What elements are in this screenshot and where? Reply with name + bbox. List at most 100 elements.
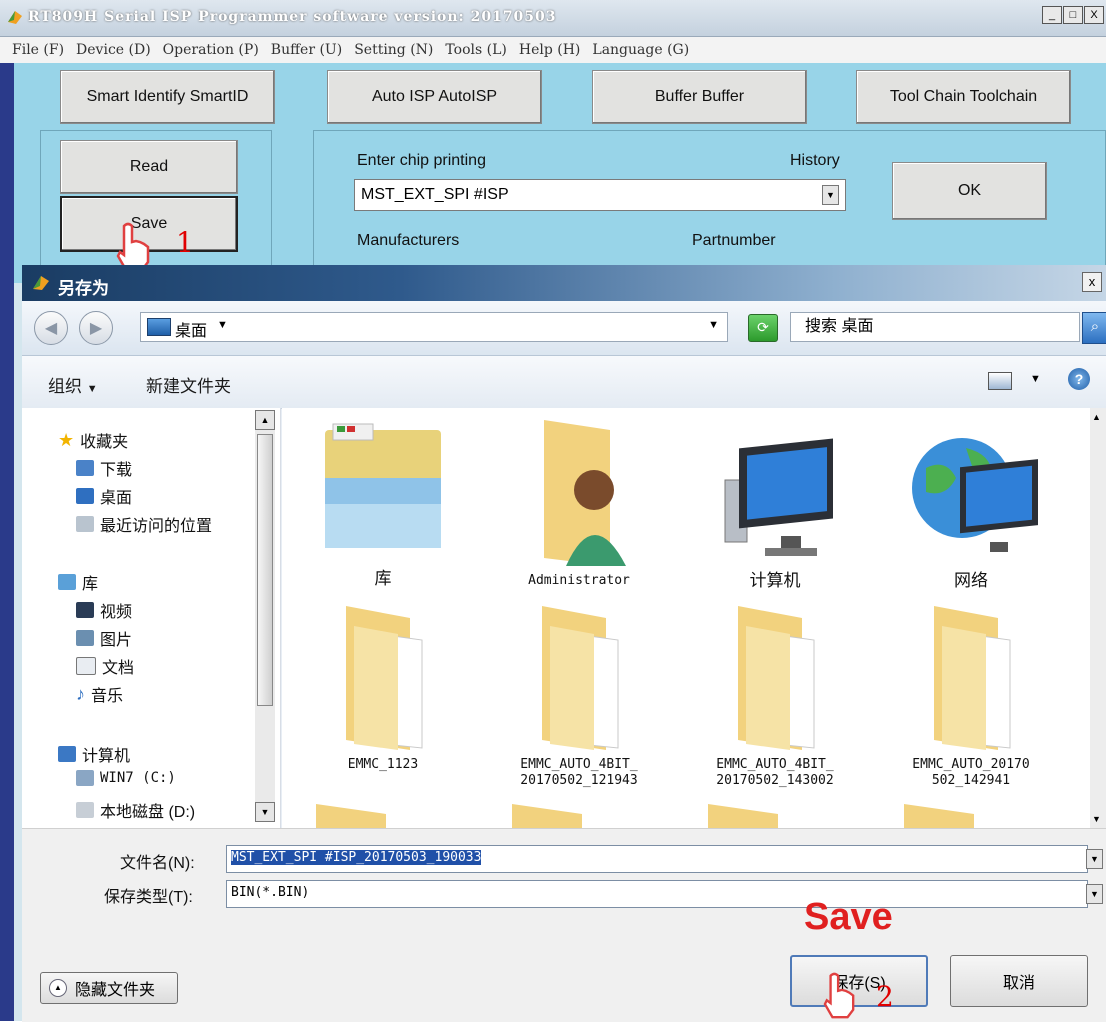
nav-favorites-label: 收藏夹	[80, 434, 129, 451]
organize-chevron-icon: ▼	[86, 383, 98, 395]
nav-scrollbar[interactable]: ▲ ▼	[255, 410, 275, 822]
downloads-icon	[76, 460, 94, 476]
menu-setting[interactable]: Setting (N)	[354, 37, 433, 63]
file-scroll-up-icon[interactable]: ▲	[1092, 412, 1101, 422]
nav-computer-label: 计算机	[82, 748, 131, 765]
refresh-icon[interactable]: ⟳	[748, 314, 778, 342]
file-item-folder[interactable]: EMMC_AUTO_4BIT_ 20170502_143002	[680, 604, 870, 789]
nav-pictures[interactable]: 图片	[76, 626, 132, 650]
file-label: 计算机	[749, 571, 801, 590]
menu-buffer[interactable]: Buffer (U)	[271, 37, 342, 63]
filetype-label: 保存类型(T):	[104, 889, 193, 906]
hide-folders-label: 隐藏文件夹	[75, 982, 156, 999]
nav-desktop[interactable]: 桌面	[76, 484, 132, 508]
smart-identify-button[interactable]: Smart Identify SmartID	[60, 70, 275, 124]
folder-icon	[738, 606, 815, 750]
search-icon[interactable]: ⌕	[1082, 312, 1106, 344]
nav-recent[interactable]: 最近访问的位置	[76, 512, 212, 536]
nav-downloads[interactable]: 下载	[76, 456, 132, 480]
buffer-button[interactable]: Buffer Buffer	[592, 70, 807, 124]
file-item-folder[interactable]: EMMC_1123	[288, 604, 478, 773]
view-dropdown-icon[interactable]: ▼	[1030, 373, 1041, 385]
chip-value: MST_EXT_SPI #ISP	[361, 186, 509, 203]
scroll-up-icon[interactable]: ▲	[255, 410, 275, 430]
file-label: EMMC_1123	[347, 757, 419, 772]
cancel-button[interactable]: 取消	[950, 955, 1088, 1007]
nav-libraries[interactable]: 库	[58, 570, 98, 594]
documents-icon	[76, 657, 96, 675]
network-icon	[912, 438, 1038, 552]
help-icon[interactable]: ?	[1068, 368, 1090, 390]
filetype-select[interactable]: BIN(*.BIN)	[226, 880, 1088, 908]
file-label: EMMC_AUTO_4BIT_ 20170502_143002	[716, 757, 834, 788]
nav-drive-d-label: 本地磁盘 (D:)	[100, 804, 196, 821]
address-bar[interactable]: 桌面 ▼ ▼	[140, 312, 728, 342]
new-folder-button[interactable]: 新建文件夹	[146, 372, 231, 397]
file-item-folder[interactable]: EMMC_AUTO_4BIT_ 20170502_121943	[484, 604, 674, 789]
annotation-1: 1	[176, 226, 194, 259]
filename-dropdown-icon[interactable]: ▼	[1086, 849, 1103, 869]
nav-drive-c[interactable]: WIN7 (C:)	[76, 770, 176, 786]
nav-videos[interactable]: 视频	[76, 598, 132, 622]
menu-device[interactable]: Device (D)	[76, 37, 151, 63]
computer-nav-icon	[58, 746, 76, 762]
file-item-folder[interactable]: EMMC_AUTO_20170 502_142941	[876, 604, 1066, 789]
menu-file[interactable]: File (F)	[12, 37, 64, 63]
menu-language[interactable]: Language (G)	[592, 37, 689, 63]
nav-drive-d[interactable]: 本地磁盘 (D:)	[76, 798, 195, 822]
menu-help[interactable]: Help (H)	[519, 37, 581, 63]
library-folder-icon	[325, 423, 441, 548]
nav-drive-c-label: WIN7 (C:)	[100, 770, 176, 786]
drive-d-icon	[76, 802, 94, 818]
dialog-title: 另存为	[58, 279, 109, 298]
nav-pictures-label: 图片	[100, 632, 133, 649]
file-label: 网络	[954, 571, 988, 590]
chip-label: Enter chip printing	[357, 152, 486, 169]
chip-dropdown-icon[interactable]: ▼	[822, 185, 839, 205]
file-item-administrator[interactable]: Administrator	[484, 418, 674, 589]
maximize-button[interactable]: □	[1063, 6, 1083, 24]
chip-combo[interactable]: MST_EXT_SPI #ISP ▼	[354, 179, 846, 211]
filename-input[interactable]: MST_EXT_SPI #ISP_20170503_190033	[226, 845, 1088, 873]
nav-favorites[interactable]: ★ 收藏夹	[58, 428, 128, 452]
view-icon[interactable]	[988, 372, 1012, 390]
address-chevron-icon[interactable]: ▼	[217, 319, 228, 331]
star-icon: ★	[58, 429, 75, 450]
menu-tools[interactable]: Tools (L)	[445, 37, 506, 63]
nav-documents[interactable]: 文档	[76, 654, 134, 678]
folder-icon	[542, 606, 619, 750]
file-label: EMMC_AUTO_20170 502_142941	[912, 757, 1030, 788]
back-icon[interactable]: ◀	[34, 311, 68, 345]
nav-desktop-label: 桌面	[100, 490, 133, 507]
dialog-close-button[interactable]: x	[1082, 272, 1102, 292]
address-location: 桌面	[175, 323, 208, 340]
nav-computer[interactable]: 计算机	[58, 742, 130, 766]
toolchain-button[interactable]: Tool Chain Toolchain	[856, 70, 1071, 124]
file-item-computer[interactable]: 计算机	[680, 418, 870, 589]
partial-folder-row	[316, 804, 974, 828]
organize-menu[interactable]: 组织 ▼	[48, 372, 98, 397]
file-item-library[interactable]: 库	[288, 418, 478, 587]
forward-icon[interactable]: ▶	[79, 311, 113, 345]
auto-isp-button[interactable]: Auto ISP AutoISP	[327, 70, 542, 124]
filetype-dropdown-icon[interactable]: ▼	[1086, 884, 1103, 904]
collapse-icon: ▲	[49, 979, 67, 997]
ok-button[interactable]: OK	[892, 162, 1047, 220]
nav-music[interactable]: ♪ 音乐	[76, 682, 123, 706]
file-scroll-down-icon[interactable]: ▼	[1092, 814, 1101, 824]
close-button[interactable]: X	[1084, 6, 1104, 24]
read-button[interactable]: Read	[60, 140, 238, 194]
file-scrollbar[interactable]: ▲ ▼	[1090, 408, 1106, 828]
address-dropdown-icon[interactable]: ▼	[708, 319, 719, 331]
scroll-down-icon[interactable]: ▼	[255, 802, 275, 822]
annotation-2: 2	[876, 980, 894, 1013]
search-input[interactable]: 搜索 桌面	[790, 312, 1080, 342]
minimize-button[interactable]: _	[1042, 6, 1062, 24]
scroll-thumb[interactable]	[257, 434, 273, 706]
drive-c-icon	[76, 770, 94, 786]
file-item-network[interactable]: 网络	[876, 418, 1066, 589]
filename-value: MST_EXT_SPI #ISP_20170503_190033	[231, 850, 482, 865]
menu-operation[interactable]: Operation (P)	[163, 37, 259, 63]
hide-folders-button[interactable]: ▲ 隐藏文件夹	[40, 972, 178, 1004]
window-controls: _ □ X	[1042, 6, 1104, 24]
